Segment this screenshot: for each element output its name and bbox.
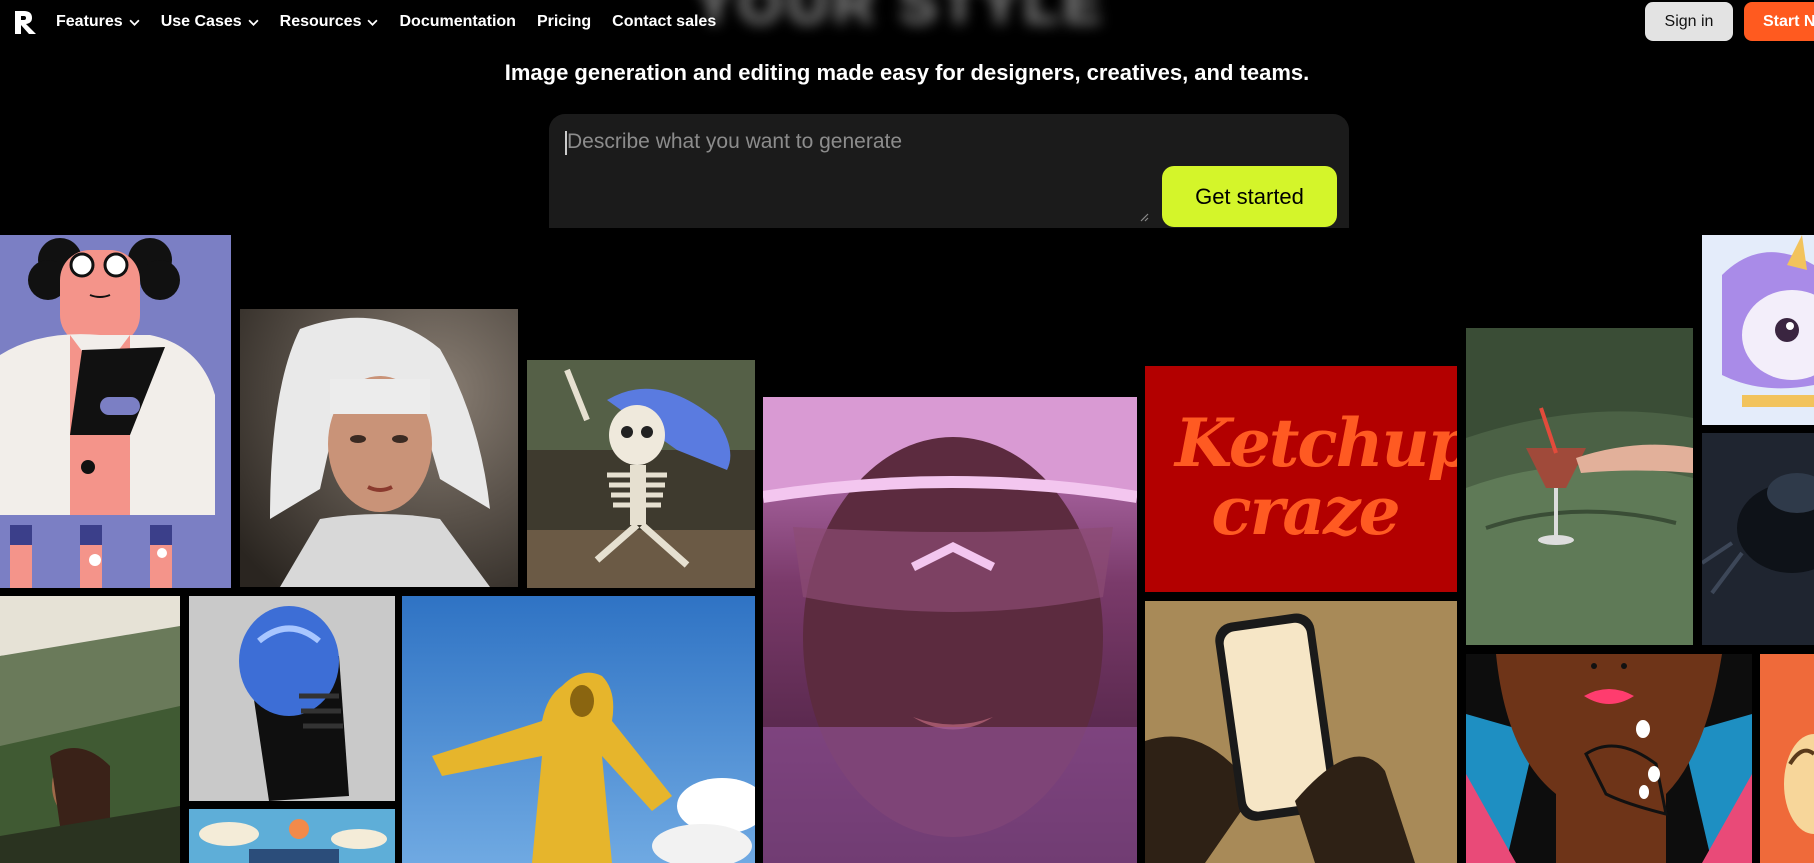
resize-grip-icon[interactable] [1137, 210, 1149, 222]
nav-links: Features Use Cases Resources Documentati… [56, 0, 716, 44]
gallery-image-white-haired-woman[interactable] [240, 309, 518, 587]
nav-resources[interactable]: Resources [280, 13, 379, 31]
nav-documentation-label: Documentation [399, 13, 516, 30]
cocktail-photo [1466, 328, 1693, 645]
gallery-image-cocktail[interactable] [1466, 328, 1693, 645]
product-photo [189, 596, 395, 801]
nav-features[interactable]: Features [56, 13, 140, 31]
prompt-input[interactable] [565, 128, 1159, 212]
start-button[interactable]: Start N [1744, 2, 1814, 41]
gallery-image-phone-hand[interactable] [1145, 601, 1457, 863]
nav-pricing-label: Pricing [536, 13, 592, 30]
gallery-image-unicorn[interactable] [1702, 235, 1814, 425]
prompt-box: Get started [549, 114, 1349, 228]
text-caret [565, 131, 567, 155]
portrait-photo [240, 309, 518, 587]
gallery-image-ketchup-craze[interactable]: Ketchup craze [1145, 366, 1457, 592]
nav-pricing[interactable]: Pricing [537, 13, 591, 31]
nav-use-cases[interactable]: Use Cases [161, 13, 259, 31]
chevron-down-icon [129, 19, 140, 26]
gallery-image-blue-product[interactable] [189, 596, 395, 801]
ketchup-text-line1: Ketchup [1175, 404, 1457, 482]
ketchup-text-line2: craze [1211, 472, 1400, 550]
gallery-image-skeleton[interactable] [527, 360, 755, 588]
skeleton-photo [527, 360, 755, 588]
gallery-image-illustration-strip[interactable] [189, 809, 395, 863]
nav-documentation[interactable]: Documentation [399, 13, 515, 31]
sign-in-button[interactable]: Sign in [1645, 2, 1733, 41]
dessert-illustration [1760, 654, 1814, 863]
brand-logo-icon[interactable] [12, 8, 40, 36]
chevron-down-icon [248, 19, 259, 26]
nav-use-cases-label: Use Cases [160, 13, 242, 30]
scientist-illustration [0, 235, 231, 588]
gallery-image-orange-dessert[interactable] [1760, 654, 1814, 863]
insect-photo [1702, 433, 1814, 645]
hero-title-blurred: YOUR STYLE [695, 0, 1106, 34]
chevron-down-icon [367, 19, 379, 26]
nav-features-label: Features [56, 13, 123, 30]
gallery-image-lips-illustration[interactable] [1466, 654, 1752, 863]
unicorn-render [1702, 235, 1814, 425]
lips-illustration [1466, 654, 1752, 863]
car-photo [0, 596, 180, 863]
gallery-image-yellow-hoodie[interactable] [402, 596, 755, 863]
gallery-image-scientist-illustration[interactable] [0, 235, 231, 588]
hoodie-photo [402, 596, 755, 863]
phone-photo [1145, 601, 1457, 863]
get-started-button[interactable]: Get started [1162, 166, 1337, 227]
gallery-image-insect[interactable] [1702, 433, 1814, 645]
hero-subtitle: Image generation and editing made easy f… [504, 60, 1310, 85]
gallery-image-visor-portrait[interactable] [763, 397, 1137, 863]
gallery-image-car-portrait[interactable] [0, 596, 180, 863]
visor-portrait-photo [763, 397, 1137, 863]
nav-resources-label: Resources [279, 13, 362, 30]
strip-illustration [189, 809, 395, 863]
